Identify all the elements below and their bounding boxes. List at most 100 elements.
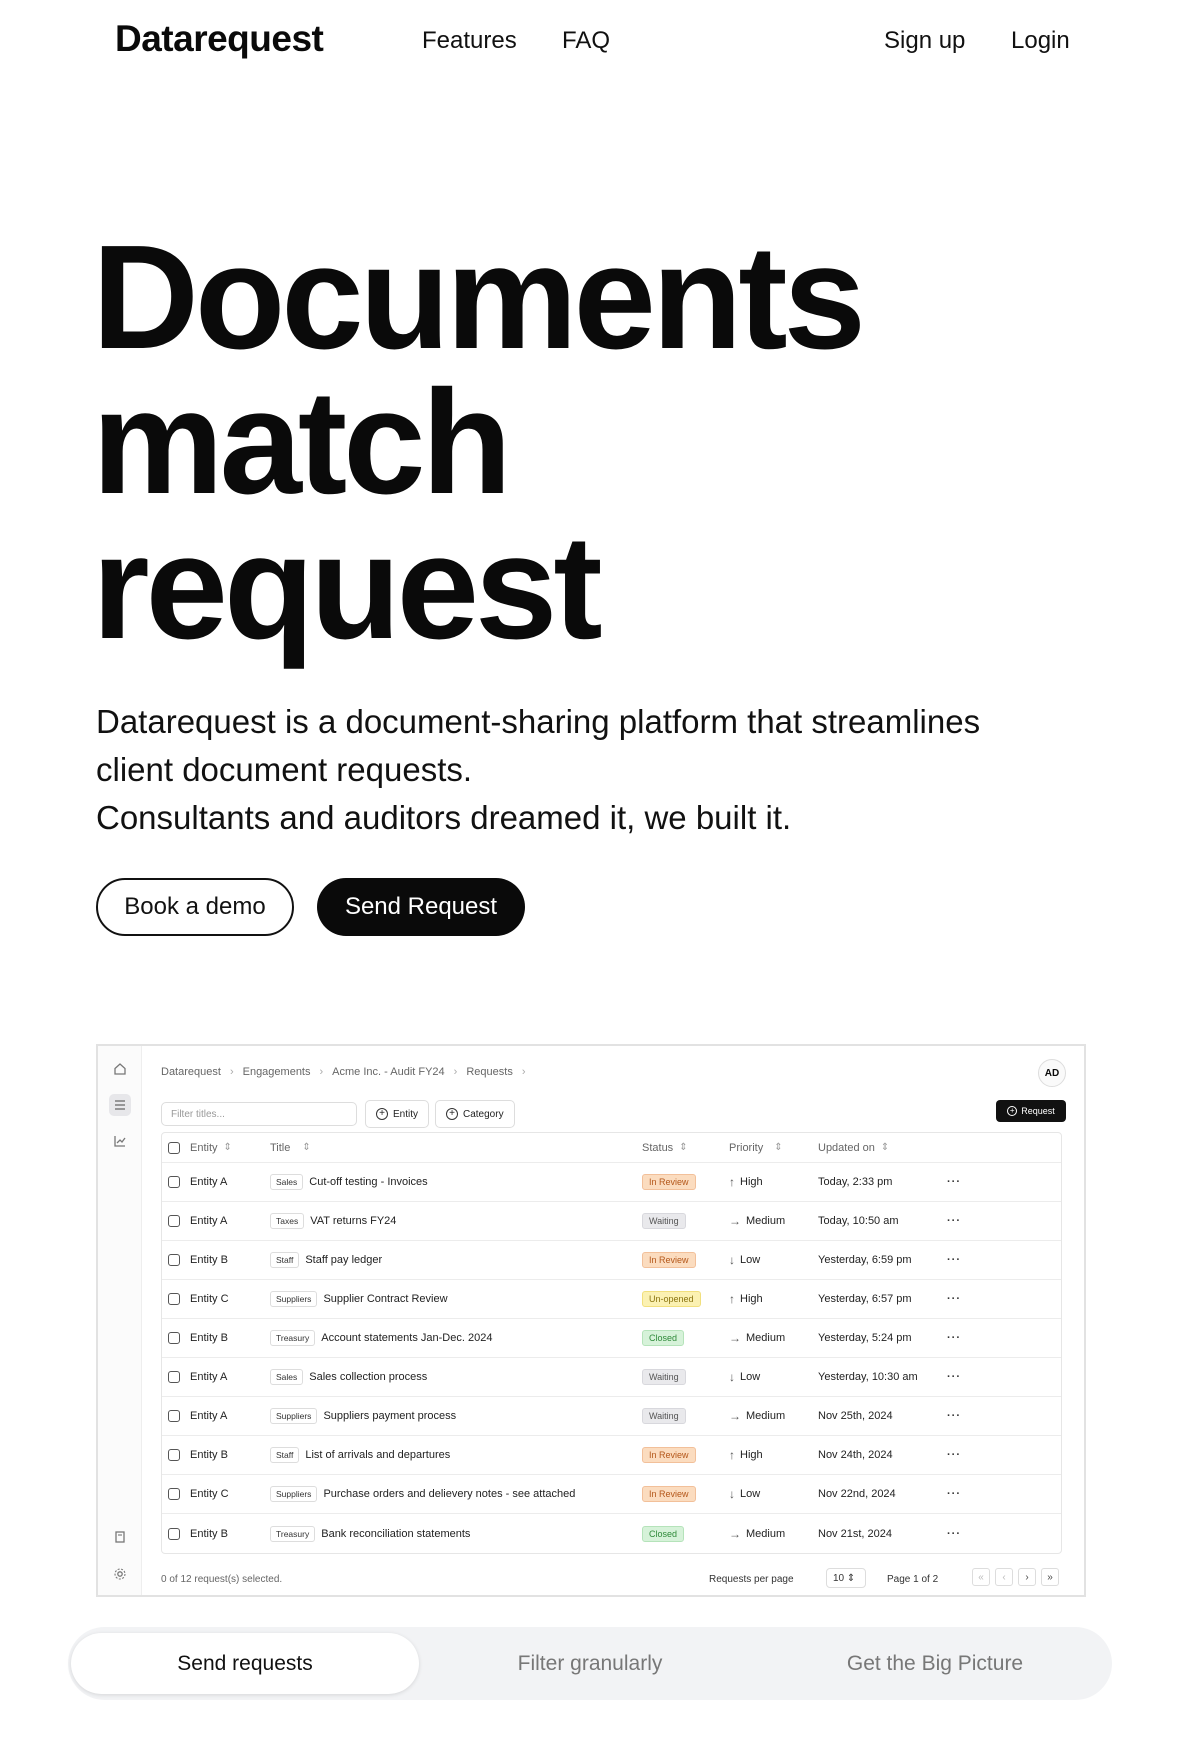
row-checkbox[interactable] bbox=[168, 1280, 180, 1318]
column-header-priority[interactable]: Priority ⇕ bbox=[729, 1133, 783, 1162]
new-request-button[interactable]: + Request bbox=[996, 1100, 1066, 1122]
table-row[interactable]: Entity B Treasury Account statements Jan-D… bbox=[162, 1319, 1061, 1358]
row-checkbox[interactable] bbox=[168, 1475, 180, 1513]
table-row[interactable]: Entity C Suppliers Purchase orders and del… bbox=[162, 1475, 1061, 1514]
list-icon[interactable] bbox=[109, 1094, 131, 1116]
sort-icon: ⇕ bbox=[880, 1142, 890, 1153]
row-checkbox[interactable] bbox=[168, 1514, 180, 1553]
per-page-select[interactable]: 10 ⇕ bbox=[826, 1568, 866, 1588]
more-actions-icon[interactable]: ··· bbox=[947, 1514, 961, 1553]
row-priority-cell: → Medium bbox=[729, 1319, 785, 1357]
send-request-button[interactable]: Send Request bbox=[317, 878, 525, 936]
table-row[interactable]: Entity B Staff Staff pay ledger In Review ↓ L… bbox=[162, 1241, 1061, 1280]
breadcrumb-item[interactable]: Engagements bbox=[243, 1066, 311, 1078]
filter-titles-input[interactable]: Filter titles... bbox=[161, 1102, 357, 1126]
table-row[interactable]: Entity B Staff List of arrivals and depart… bbox=[162, 1436, 1061, 1475]
select-all-checkbox[interactable] bbox=[168, 1133, 180, 1162]
logo[interactable]: Datarequest bbox=[115, 18, 324, 60]
row-priority-cell: ↓ Low bbox=[729, 1358, 760, 1396]
row-priority-cell: ↑ High bbox=[729, 1280, 763, 1318]
gear-icon[interactable] bbox=[109, 1563, 131, 1585]
side-rail bbox=[98, 1046, 142, 1595]
chart-icon[interactable] bbox=[109, 1130, 131, 1152]
more-actions-icon[interactable]: ··· bbox=[947, 1163, 961, 1201]
book-demo-button[interactable]: Book a demo bbox=[96, 878, 294, 936]
row-title: Sales collection process bbox=[309, 1371, 428, 1383]
column-header-entity[interactable]: Entity ⇕ bbox=[190, 1133, 232, 1162]
arrow-right-icon: → bbox=[729, 1331, 741, 1345]
row-checkbox[interactable] bbox=[168, 1202, 180, 1240]
category-badge: Suppliers bbox=[270, 1291, 318, 1307]
breadcrumb-item[interactable]: Requests bbox=[466, 1066, 512, 1078]
row-checkbox[interactable] bbox=[168, 1436, 180, 1474]
chevron-right-icon: › bbox=[521, 1066, 526, 1078]
status-badge: Waiting bbox=[642, 1408, 686, 1424]
more-actions-icon[interactable]: ··· bbox=[947, 1358, 961, 1396]
nav-link-features[interactable]: Features bbox=[422, 27, 517, 55]
arrow-down-icon: ↓ bbox=[729, 1253, 735, 1267]
row-title: Supplier Contract Review bbox=[323, 1293, 448, 1305]
category-filter-button[interactable]: + Category bbox=[435, 1100, 515, 1128]
row-title-cell[interactable]: Sales Sales collection process bbox=[270, 1358, 427, 1396]
category-badge: Suppliers bbox=[270, 1486, 318, 1502]
table-row[interactable]: Entity A Taxes VAT returns FY24 Waiting → Med… bbox=[162, 1202, 1061, 1241]
next-page-icon[interactable]: › bbox=[1018, 1568, 1036, 1586]
tab-big-picture[interactable]: Get the Big Picture bbox=[761, 1633, 1109, 1694]
row-entity: Entity B bbox=[190, 1449, 228, 1461]
row-checkbox[interactable] bbox=[168, 1241, 180, 1279]
nav-link-signup[interactable]: Sign up bbox=[884, 27, 965, 55]
prev-page-icon[interactable]: ‹ bbox=[995, 1568, 1013, 1586]
requests-table: Entity ⇕ Title ⇕ Status ⇕ Priority ⇕ Updated… bbox=[161, 1132, 1062, 1554]
row-title: List of arrivals and departures bbox=[305, 1449, 451, 1461]
row-title-cell[interactable]: Suppliers Suppliers payment process bbox=[270, 1397, 456, 1435]
row-updated: Nov 21st, 2024 bbox=[818, 1527, 892, 1540]
row-title-cell[interactable]: Treasury Bank reconciliation statements bbox=[270, 1514, 470, 1553]
first-page-icon[interactable]: « bbox=[972, 1568, 990, 1586]
more-actions-icon[interactable]: ··· bbox=[947, 1280, 961, 1318]
plus-circle-icon: + bbox=[376, 1108, 388, 1120]
column-header-updated[interactable]: Updated on ⇕ bbox=[818, 1133, 889, 1162]
breadcrumb-item[interactable]: Acme Inc. - Audit FY24 bbox=[332, 1066, 445, 1078]
row-title-cell[interactable]: Sales Cut-off testing - Invoices bbox=[270, 1163, 428, 1201]
row-title: VAT returns FY24 bbox=[310, 1215, 397, 1227]
entity-filter-button[interactable]: + Entity bbox=[365, 1100, 430, 1128]
row-title-cell[interactable]: Suppliers Supplier Contract Review bbox=[270, 1280, 448, 1318]
table-row[interactable]: Entity A Sales Sales collection process Wai… bbox=[162, 1358, 1061, 1397]
row-title-cell[interactable]: Treasury Account statements Jan-Dec. 2024 bbox=[270, 1319, 492, 1357]
row-title-cell[interactable]: Staff Staff pay ledger bbox=[270, 1241, 382, 1279]
more-actions-icon[interactable]: ··· bbox=[947, 1241, 961, 1279]
new-request-label: Request bbox=[1021, 1106, 1055, 1116]
row-checkbox[interactable] bbox=[168, 1319, 180, 1357]
column-header-title[interactable]: Title ⇕ bbox=[270, 1133, 311, 1162]
table-row[interactable]: Entity A Sales Cut-off testing - Invoices I… bbox=[162, 1163, 1061, 1202]
column-header-status[interactable]: Status ⇕ bbox=[642, 1133, 688, 1162]
home-icon[interactable] bbox=[109, 1058, 131, 1080]
more-actions-icon[interactable]: ··· bbox=[947, 1475, 961, 1513]
row-checkbox[interactable] bbox=[168, 1397, 180, 1435]
breadcrumb-item[interactable]: Datarequest bbox=[161, 1066, 221, 1078]
row-priority: Medium bbox=[746, 1332, 786, 1344]
table-row[interactable]: Entity A Suppliers Suppliers payment proce… bbox=[162, 1397, 1061, 1436]
hero-description: Datarequest is a document-sharing platfo… bbox=[96, 698, 1076, 842]
tab-send-requests[interactable]: Send requests bbox=[71, 1633, 419, 1694]
row-title-cell[interactable]: Taxes VAT returns FY24 bbox=[270, 1202, 396, 1240]
avatar[interactable]: AD bbox=[1038, 1059, 1066, 1087]
book-icon[interactable] bbox=[109, 1526, 131, 1548]
table-row[interactable]: Entity B Treasury Bank reconciliation stat… bbox=[162, 1514, 1061, 1553]
feature-tabs: Send requests Filter granularly Get the … bbox=[68, 1627, 1112, 1700]
more-actions-icon[interactable]: ··· bbox=[947, 1436, 961, 1474]
row-priority: High bbox=[740, 1449, 763, 1461]
table-row[interactable]: Entity C Suppliers Supplier Contract Revie… bbox=[162, 1280, 1061, 1319]
row-checkbox[interactable] bbox=[168, 1358, 180, 1396]
nav-link-faq[interactable]: FAQ bbox=[562, 27, 610, 55]
row-checkbox[interactable] bbox=[168, 1163, 180, 1201]
nav-link-login[interactable]: Login bbox=[1011, 27, 1070, 55]
more-actions-icon[interactable]: ··· bbox=[947, 1202, 961, 1240]
last-page-icon[interactable]: » bbox=[1041, 1568, 1059, 1586]
tab-filter-granularly[interactable]: Filter granularly bbox=[416, 1633, 764, 1694]
row-title-cell[interactable]: Suppliers Purchase orders and delievery n… bbox=[270, 1475, 575, 1513]
more-actions-icon[interactable]: ··· bbox=[947, 1319, 961, 1357]
more-actions-icon[interactable]: ··· bbox=[947, 1397, 961, 1435]
table-footer: 0 of 12 request(s) selected. Requests pe… bbox=[161, 1568, 1062, 1590]
row-title-cell[interactable]: Staff List of arrivals and departures bbox=[270, 1436, 450, 1474]
